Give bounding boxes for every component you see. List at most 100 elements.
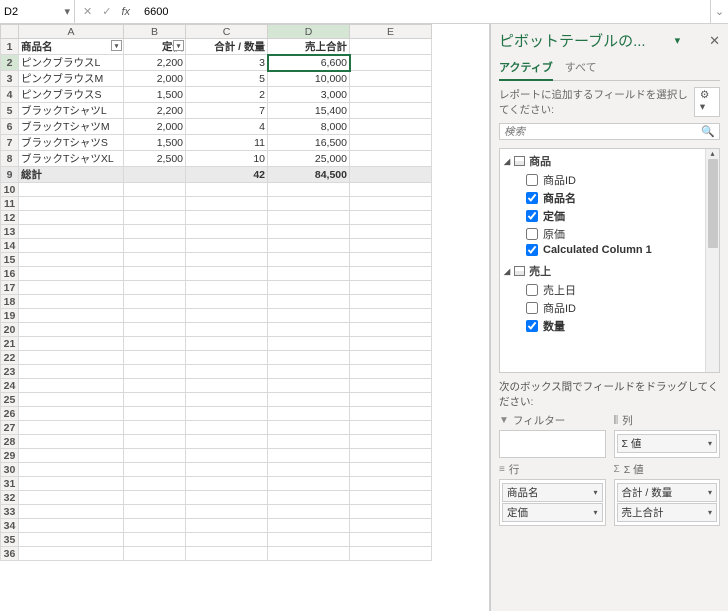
row-header[interactable]: 36 bbox=[1, 547, 19, 561]
row-header[interactable]: 16 bbox=[1, 267, 19, 281]
cell[interactable] bbox=[186, 421, 268, 435]
cell[interactable] bbox=[186, 281, 268, 295]
cell[interactable] bbox=[19, 239, 124, 253]
cell[interactable]: 15,400 bbox=[268, 103, 350, 119]
cell[interactable] bbox=[268, 533, 350, 547]
cell[interactable] bbox=[268, 337, 350, 351]
formula-input[interactable] bbox=[138, 6, 710, 18]
field-checkbox[interactable] bbox=[526, 192, 538, 204]
cell[interactable] bbox=[124, 295, 186, 309]
field-search[interactable]: 🔍 bbox=[499, 123, 720, 140]
cell[interactable]: 2,500 bbox=[124, 151, 186, 167]
cell[interactable] bbox=[124, 309, 186, 323]
spreadsheet-grid[interactable]: A B C D E 1 商品名▾ 定価▾ 合計 / 数量 売上合計 2ピンクブラ… bbox=[0, 24, 490, 611]
cell[interactable] bbox=[186, 253, 268, 267]
row-header[interactable]: 8 bbox=[1, 151, 19, 167]
cell[interactable] bbox=[350, 365, 432, 379]
cell[interactable] bbox=[19, 351, 124, 365]
cell[interactable] bbox=[124, 197, 186, 211]
row-header[interactable]: 20 bbox=[1, 323, 19, 337]
cell[interactable] bbox=[268, 477, 350, 491]
cell[interactable] bbox=[268, 281, 350, 295]
row-header[interactable]: 19 bbox=[1, 309, 19, 323]
cell[interactable] bbox=[186, 449, 268, 463]
cell[interactable] bbox=[124, 183, 186, 197]
name-box[interactable]: ▾ bbox=[0, 0, 75, 23]
cell[interactable]: 7 bbox=[186, 103, 268, 119]
cell[interactable] bbox=[186, 267, 268, 281]
cell[interactable] bbox=[186, 211, 268, 225]
col-header-B[interactable]: B bbox=[124, 25, 186, 39]
scrollbar[interactable]: ▴ bbox=[705, 149, 719, 372]
cell[interactable] bbox=[186, 337, 268, 351]
pane-options-icon[interactable]: ▾ bbox=[675, 34, 681, 47]
cell[interactable]: 10,000 bbox=[268, 71, 350, 87]
cell[interactable]: ブラックTシャツL bbox=[19, 103, 124, 119]
cell[interactable] bbox=[350, 39, 432, 55]
cell[interactable] bbox=[268, 225, 350, 239]
cell[interactable] bbox=[350, 295, 432, 309]
tab-all[interactable]: すべて bbox=[565, 57, 597, 80]
cell[interactable] bbox=[19, 225, 124, 239]
cell[interactable] bbox=[350, 135, 432, 151]
field-checkbox[interactable] bbox=[526, 284, 538, 296]
cell[interactable] bbox=[19, 477, 124, 491]
cell[interactable]: 3 bbox=[186, 55, 268, 71]
chevron-down-icon[interactable]: ▾ bbox=[708, 488, 712, 497]
cell[interactable] bbox=[350, 323, 432, 337]
row-header[interactable]: 34 bbox=[1, 519, 19, 533]
cell[interactable] bbox=[124, 323, 186, 337]
cell[interactable] bbox=[350, 281, 432, 295]
fx-icon[interactable]: fx bbox=[121, 6, 130, 18]
close-pane-icon[interactable]: ✕ bbox=[709, 33, 720, 49]
row-header[interactable]: 7 bbox=[1, 135, 19, 151]
cell[interactable] bbox=[19, 449, 124, 463]
cell[interactable] bbox=[186, 393, 268, 407]
cell[interactable] bbox=[186, 407, 268, 421]
col-header-D[interactable]: D bbox=[268, 25, 350, 39]
cell[interactable] bbox=[186, 533, 268, 547]
row-header[interactable]: 28 bbox=[1, 435, 19, 449]
area-field-chip[interactable]: 商品名▾ bbox=[502, 483, 603, 502]
cell[interactable]: 42 bbox=[186, 167, 268, 183]
cell[interactable] bbox=[124, 351, 186, 365]
cell[interactable]: 1,500 bbox=[124, 135, 186, 151]
row-header[interactable]: 14 bbox=[1, 239, 19, 253]
row-header[interactable]: 32 bbox=[1, 491, 19, 505]
tab-active[interactable]: アクティブ bbox=[499, 57, 553, 81]
row-header[interactable]: 9 bbox=[1, 167, 19, 183]
cell[interactable] bbox=[350, 477, 432, 491]
cell[interactable]: 1,500 bbox=[124, 87, 186, 103]
field-list[interactable]: ◢商品商品ID商品名定価原価Calculated Column 1◢売上売上日商… bbox=[499, 148, 720, 373]
row-header[interactable]: 35 bbox=[1, 533, 19, 547]
cell[interactable]: 2,200 bbox=[124, 55, 186, 71]
cell[interactable] bbox=[186, 295, 268, 309]
cell[interactable] bbox=[268, 519, 350, 533]
cell[interactable] bbox=[268, 183, 350, 197]
cell[interactable] bbox=[350, 239, 432, 253]
cell[interactable] bbox=[268, 547, 350, 561]
cell[interactable] bbox=[186, 351, 268, 365]
cell[interactable] bbox=[350, 225, 432, 239]
cell[interactable] bbox=[350, 119, 432, 135]
scroll-thumb[interactable] bbox=[708, 159, 718, 248]
cell[interactable]: 25,000 bbox=[268, 151, 350, 167]
col-header-E[interactable]: E bbox=[350, 25, 432, 39]
cell[interactable] bbox=[186, 309, 268, 323]
cell[interactable] bbox=[350, 505, 432, 519]
cell[interactable] bbox=[186, 519, 268, 533]
cell[interactable] bbox=[124, 505, 186, 519]
cell[interactable] bbox=[19, 421, 124, 435]
cell[interactable] bbox=[186, 365, 268, 379]
collapse-icon[interactable]: ◢ bbox=[504, 267, 510, 276]
cell[interactable] bbox=[350, 379, 432, 393]
cell[interactable] bbox=[350, 421, 432, 435]
cell[interactable] bbox=[124, 533, 186, 547]
cell[interactable] bbox=[350, 547, 432, 561]
cell[interactable] bbox=[186, 323, 268, 337]
cell[interactable] bbox=[19, 337, 124, 351]
cell[interactable] bbox=[186, 547, 268, 561]
cell[interactable] bbox=[124, 167, 186, 183]
cell[interactable] bbox=[19, 533, 124, 547]
cell[interactable] bbox=[268, 505, 350, 519]
